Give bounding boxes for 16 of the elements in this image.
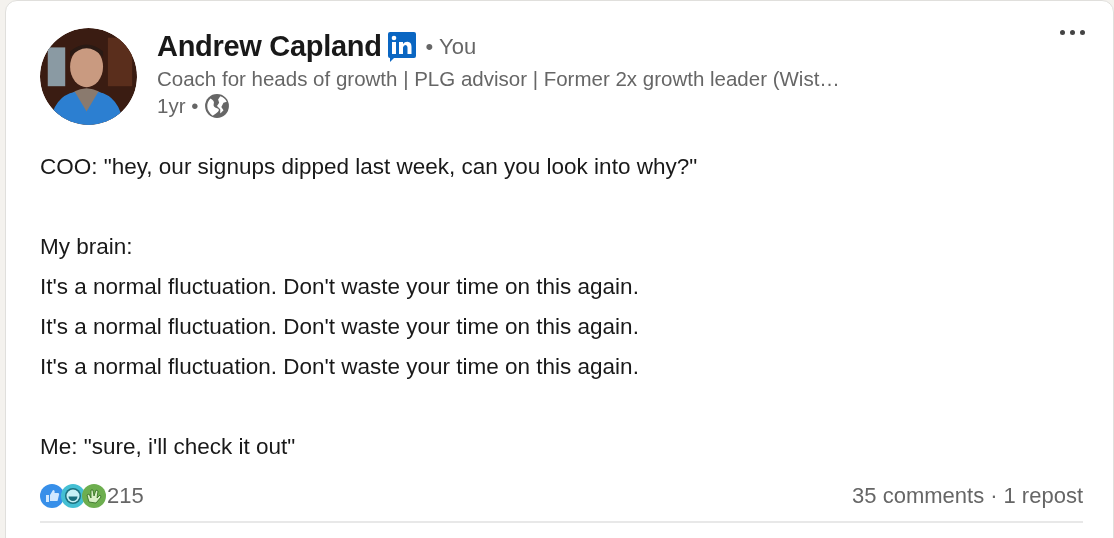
comments-link[interactable]: 35 comments [852, 483, 985, 509]
reaction-count[interactable]: 215 [107, 483, 144, 509]
connection-label: • You [425, 33, 477, 60]
clapping-hands-icon [82, 484, 106, 508]
post-paragraph: My brain: It's a normal fluctuation. Don't waste your time on this again. It's a normal fluctuation. Don't waste your time on this again. It's a normal fluctuation. Don't waste your time on this again. [40, 233, 640, 381]
laughing-face-icon [61, 484, 85, 508]
post-paragraph: COO: "hey, our signups dipped last week, can you look into why?" [40, 153, 699, 181]
thumbs-up-icon [40, 484, 64, 508]
globe-icon [204, 93, 231, 119]
separator-dot: · [990, 483, 998, 509]
author-headline: Coach for heads of growth | PLG advisor | Former 2x growth leader (Wist… [157, 67, 840, 91]
post-time: 1yr • [157, 94, 199, 118]
reposts-link[interactable]: 1 repost [1003, 483, 1083, 509]
post-paragraph: Me: "sure, i'll check it out" [40, 433, 297, 461]
linkedin-badge-icon [387, 31, 416, 62]
author-name[interactable]: Andrew Capland [157, 30, 382, 63]
